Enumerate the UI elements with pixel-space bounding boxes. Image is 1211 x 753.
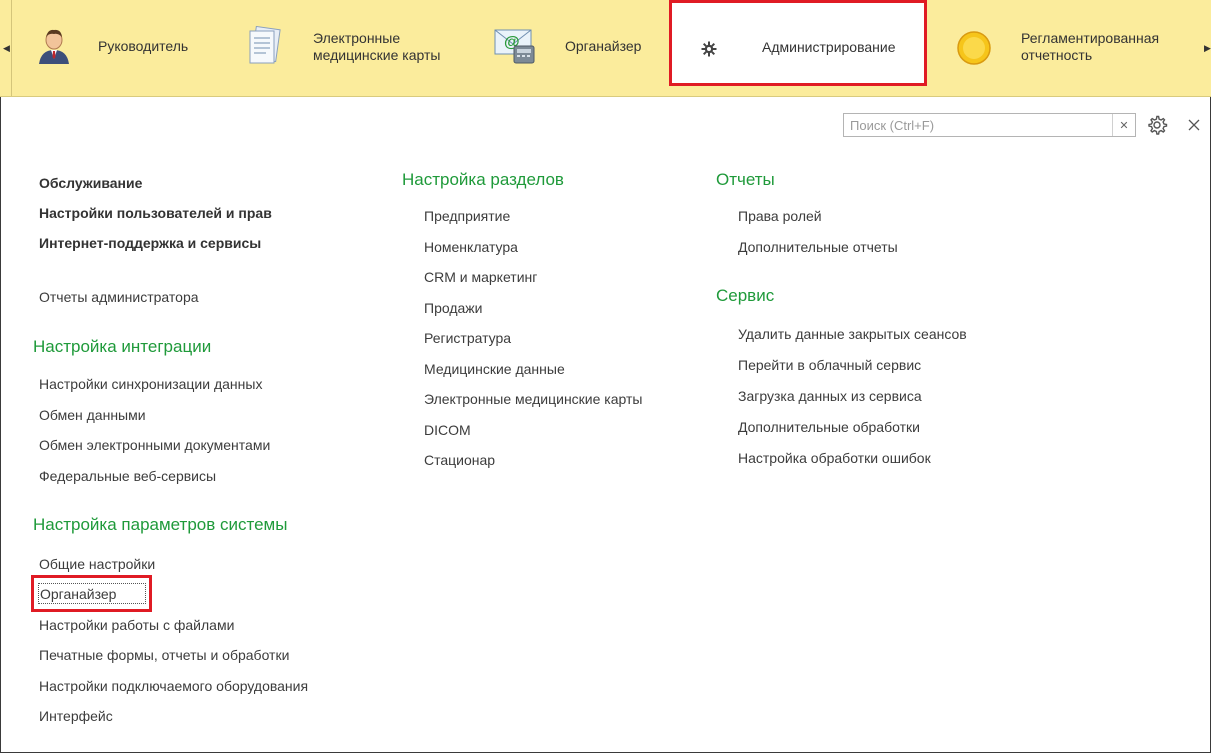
- settings-gear-icon[interactable]: [1145, 113, 1169, 137]
- menu-load-from-service[interactable]: Загрузка данных из сервиса: [738, 387, 922, 405]
- menu-additional-reports[interactable]: Дополнительные отчеты: [738, 238, 898, 256]
- section-label-organizer: Органайзер: [565, 38, 642, 54]
- manager-icon: [39, 29, 69, 64]
- menu-admin-reports[interactable]: Отчеты администратора: [39, 288, 199, 306]
- menu-print-forms[interactable]: Печатные формы, отчеты и обработки: [39, 646, 289, 664]
- menu-equipment-settings[interactable]: Настройки подключаемого оборудования: [39, 677, 308, 695]
- menu-registry[interactable]: Регистратура: [424, 329, 511, 347]
- menu-maintenance[interactable]: Обслуживание: [39, 174, 142, 192]
- menu-sync-settings[interactable]: Настройки синхронизации данных: [39, 375, 262, 393]
- menu-sales[interactable]: Продажи: [424, 299, 482, 317]
- menu-electronic-medical-cards[interactable]: Электронные медицинские карты: [424, 390, 642, 408]
- section-label-regulated-reporting: Регламентированная отчетность: [1021, 30, 1160, 63]
- organizer-icon: @: [494, 29, 535, 64]
- close-icon[interactable]: [1183, 114, 1205, 136]
- section-label-medical-cards: Электронные медицинские карты: [313, 30, 441, 63]
- section-medical-cards[interactable]: Электронные медицинские карты: [240, 0, 475, 96]
- menu-delete-closed-sessions[interactable]: Удалить данные закрытых сеансов: [738, 325, 967, 343]
- section-regulated-reporting[interactable]: Регламентированная отчетность: [950, 0, 1200, 96]
- heading-service: Сервис: [716, 286, 775, 305]
- section-manager[interactable]: Руководитель: [30, 0, 215, 96]
- heading-system-params: Настройка параметров системы: [33, 515, 288, 534]
- search-box: [843, 113, 1136, 137]
- section-label-manager: Руководитель: [98, 38, 189, 54]
- menu-internet-support[interactable]: Интернет-поддержка и сервисы: [39, 234, 261, 252]
- menu-medical-data[interactable]: Медицинские данные: [424, 360, 565, 378]
- menu-interface[interactable]: Интерфейс: [39, 707, 113, 725]
- regulated-reporting-icon: [957, 31, 991, 65]
- scroll-right-button[interactable]: ▶: [1203, 0, 1211, 96]
- menu-nomenclature[interactable]: Номенклатура: [424, 238, 518, 256]
- search-clear-button[interactable]: ✕: [1112, 114, 1135, 136]
- gear-icon: [701, 41, 717, 57]
- heading-section-settings: Настройка разделов: [402, 170, 564, 189]
- section-organizer[interactable]: @ Органайзер: [490, 0, 660, 96]
- menu-role-rights[interactable]: Права ролей: [738, 207, 822, 225]
- menu-enterprise[interactable]: Предприятие: [424, 207, 510, 225]
- menu-data-exchange[interactable]: Обмен данными: [39, 406, 146, 424]
- menu-edoc-exchange[interactable]: Обмен электронными документами: [39, 436, 270, 454]
- heading-reports: Отчеты: [716, 170, 775, 189]
- menu-file-settings[interactable]: Настройки работы с файлами: [39, 616, 234, 634]
- menu-general-settings[interactable]: Общие настройки: [39, 555, 155, 573]
- menu-dicom[interactable]: DICOM: [424, 421, 471, 439]
- heading-integration: Настройка интеграции: [33, 337, 212, 356]
- menu-error-handling-settings[interactable]: Настройка обработки ошибок: [738, 449, 931, 467]
- search-input[interactable]: [844, 114, 1118, 136]
- scroll-left-button[interactable]: ◀: [2, 0, 12, 96]
- menu-user-rights-settings[interactable]: Настройки пользователей и прав: [39, 204, 272, 222]
- section-panel: ◀ Руководитель Электронные медицинские к…: [0, 0, 1211, 97]
- menu-additional-processing[interactable]: Дополнительные обработки: [738, 418, 920, 436]
- menu-federal-web-services[interactable]: Федеральные веб-сервисы: [39, 467, 216, 485]
- menu-organizer[interactable]: Органайзер: [40, 585, 116, 603]
- section-label-administration: Администрирование: [762, 39, 896, 55]
- section-administration[interactable]: Администрирование: [669, 0, 927, 86]
- menu-hospital[interactable]: Стационар: [424, 451, 495, 469]
- medical-cards-icon: [249, 26, 281, 64]
- menu-go-to-cloud[interactable]: Перейти в облачный сервис: [738, 356, 921, 374]
- menu-crm-marketing[interactable]: CRM и маркетинг: [424, 268, 537, 286]
